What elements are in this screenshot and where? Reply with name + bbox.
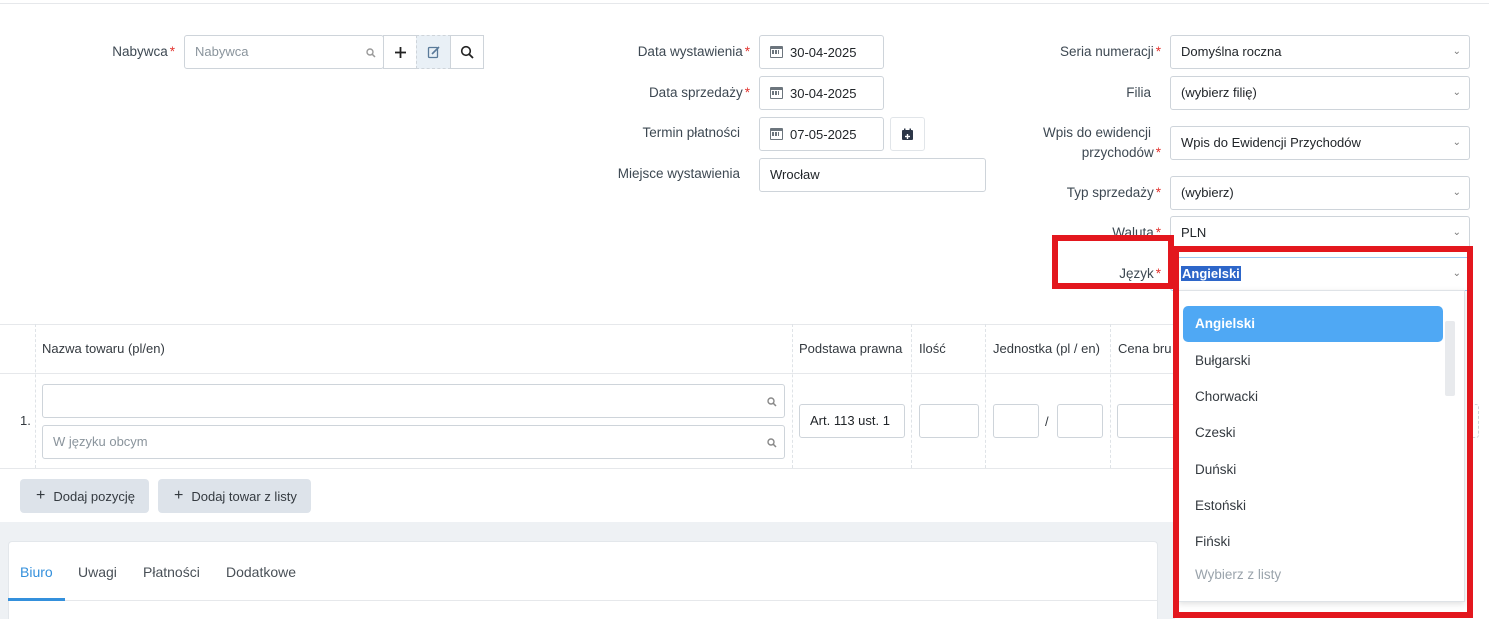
- col-divider: [911, 324, 912, 468]
- top-divider: [0, 3, 1489, 4]
- table-row-border: [0, 468, 1175, 469]
- product-name-input[interactable]: [42, 384, 785, 418]
- col-divider: [792, 324, 793, 468]
- gross-price-input[interactable]: [1117, 404, 1175, 438]
- add-from-list-button[interactable]: + Dodaj towar z listy: [158, 479, 311, 513]
- tabs-panel: [8, 541, 1158, 619]
- sale-date-input[interactable]: 30-04-2025: [759, 76, 884, 110]
- header-quantity: Ilość: [919, 341, 946, 356]
- unit-separator: /: [1045, 414, 1049, 429]
- col-divider: [35, 324, 36, 468]
- unit-pl-input[interactable]: [993, 404, 1039, 438]
- row-number: 1.: [20, 413, 31, 428]
- series-select[interactable]: Domyślna roczna ⌄: [1170, 35, 1470, 69]
- ledger-select[interactable]: Wpis do Ewidencji Przychodów ⌄: [1170, 126, 1470, 160]
- plus-icon: [394, 46, 406, 58]
- plus-icon: +: [36, 487, 46, 504]
- search-icon: [767, 438, 777, 448]
- plus-icon: +: [174, 487, 184, 504]
- chevron-down-icon: ⌄: [1452, 46, 1461, 57]
- add-buyer-button[interactable]: [383, 35, 417, 69]
- tab-payments[interactable]: Płatności: [143, 564, 200, 580]
- legal-basis-input[interactable]: Art. 113 ust. 1: [799, 404, 905, 438]
- currency-select[interactable]: PLN ⌄: [1170, 216, 1470, 250]
- chevron-down-icon: ⌄: [1452, 137, 1461, 148]
- branch-select[interactable]: (wybierz filię) ⌄: [1170, 76, 1470, 110]
- header-gross-price: Cena bru: [1118, 341, 1172, 356]
- payment-date-label: Termin płatności: [642, 125, 740, 140]
- tab-office[interactable]: Biuro: [20, 564, 53, 580]
- table-top-border: [0, 324, 1175, 325]
- series-label: Seria numeracji *: [1059, 44, 1161, 59]
- search-icon: [460, 45, 474, 59]
- edit-icon: [427, 46, 440, 59]
- payment-date-input[interactable]: 07-05-2025: [759, 117, 884, 151]
- sale-type-label: Typ sprzedaży *: [1066, 185, 1161, 200]
- issue-place-input[interactable]: Wrocław: [759, 158, 986, 192]
- search-icon: [366, 48, 376, 58]
- issue-place-label: Miejsce wystawienia: [617, 166, 740, 181]
- product-foreign-name-input[interactable]: W języku obcym: [42, 425, 785, 459]
- edit-buyer-button[interactable]: [416, 35, 451, 69]
- highlight-language-label: [1052, 235, 1174, 289]
- calendar-icon: [770, 46, 783, 58]
- col-divider: [985, 324, 986, 468]
- calendar-icon: [770, 128, 783, 140]
- highlight-language-dropdown: [1173, 246, 1473, 618]
- ledger-label-line2: przychodów *: [1081, 145, 1161, 160]
- chevron-down-icon: ⌄: [1452, 87, 1461, 98]
- chevron-down-icon: ⌄: [1452, 187, 1461, 198]
- issue-date-label: Data wystawienia *: [637, 44, 750, 59]
- sale-date-label: Data sprzedaży *: [648, 85, 750, 100]
- table-header-border: [0, 373, 1175, 374]
- unit-en-input[interactable]: [1057, 404, 1103, 438]
- tab-notes[interactable]: Uwagi: [78, 564, 117, 580]
- buyer-label: Nabywca *: [112, 44, 175, 59]
- sale-type-select[interactable]: (wybierz) ⌄: [1170, 176, 1470, 210]
- calendar-icon: [770, 87, 783, 99]
- header-unit: Jednostka (pl / en): [993, 341, 1100, 356]
- search-buyer-button[interactable]: [450, 35, 484, 69]
- active-tab-indicator: [8, 598, 65, 601]
- chevron-down-icon: ⌄: [1452, 227, 1461, 238]
- payment-term-button[interactable]: [890, 117, 925, 151]
- branch-label: Filia: [1126, 85, 1151, 100]
- calendar-add-icon: [902, 128, 913, 140]
- buyer-input[interactable]: Nabywca: [184, 35, 384, 69]
- tabs-bottom-border: [8, 600, 1158, 601]
- col-divider: [1110, 324, 1111, 468]
- header-product-name: Nazwa towaru (pl/en): [42, 341, 165, 356]
- tab-additional[interactable]: Dodatkowe: [226, 564, 296, 580]
- quantity-input[interactable]: [919, 404, 979, 438]
- header-legal-basis: Podstawa prawna: [799, 341, 903, 356]
- ledger-label-line1: Wpis do ewidencji: [1042, 125, 1151, 140]
- add-position-button[interactable]: + Dodaj pozycję: [20, 479, 149, 513]
- issue-date-input[interactable]: 30-04-2025: [759, 35, 884, 69]
- search-icon: [767, 397, 777, 407]
